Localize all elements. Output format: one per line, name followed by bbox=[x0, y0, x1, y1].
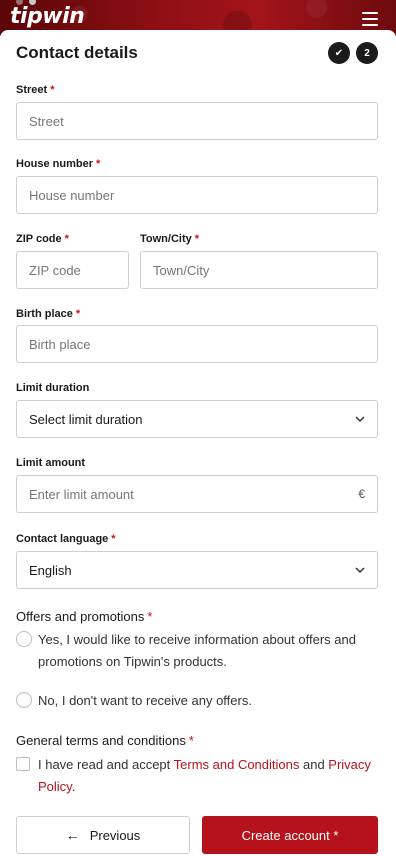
euro-currency-icon: € bbox=[358, 487, 365, 501]
create-account-button-label: Create account * bbox=[241, 827, 339, 843]
limit-amount-input[interactable]: Enter limit amount € bbox=[16, 475, 378, 513]
offers-label: Offers and promotions * bbox=[16, 609, 153, 624]
arrow-left-icon: ← bbox=[65, 827, 80, 843]
offers-yes-option[interactable]: Yes, I would like to receive information… bbox=[16, 629, 380, 673]
offers-yes-radio[interactable] bbox=[16, 631, 32, 647]
create-account-button[interactable]: Create account * bbox=[202, 816, 378, 854]
previous-button-label: Previous bbox=[89, 827, 141, 843]
chevron-down-icon bbox=[355, 567, 365, 574]
zip-code-input[interactable]: ZIP code bbox=[16, 251, 129, 289]
contact-language-select[interactable]: English bbox=[16, 551, 378, 589]
tipwin-logo[interactable]: tipwin bbox=[10, 6, 85, 28]
offers-no-option[interactable]: No, I don't want to receive any offers. bbox=[16, 690, 380, 712]
street-input[interactable]: Street bbox=[16, 102, 378, 140]
previous-button[interactable]: ← Previous bbox=[16, 816, 190, 854]
birth-place-input[interactable]: Birth place bbox=[16, 325, 378, 363]
birth-place-label: Birth place * bbox=[16, 308, 81, 320]
town-city-input[interactable]: Town/City bbox=[140, 251, 378, 289]
town-city-label: Town/City * bbox=[140, 233, 200, 245]
terms-option[interactable]: I have read and accept Terms and Conditi… bbox=[16, 754, 380, 798]
hamburger-menu-icon[interactable] bbox=[362, 12, 378, 26]
terms-checkbox[interactable] bbox=[16, 757, 30, 771]
limit-duration-select[interactable]: Select limit duration bbox=[16, 400, 378, 438]
house-number-label: House number * bbox=[16, 158, 101, 170]
title-row: Contact details ✔ 2 bbox=[16, 42, 380, 66]
limit-amount-label: Limit amount bbox=[16, 457, 86, 469]
step-current: 2 bbox=[356, 42, 378, 64]
offers-no-radio[interactable] bbox=[16, 692, 32, 708]
offers-no-text: No, I don't want to receive any offers. bbox=[38, 693, 252, 708]
terms-label: General terms and conditions * bbox=[16, 733, 194, 748]
terms-text-after: . bbox=[71, 779, 76, 794]
limit-duration-label: Limit duration bbox=[16, 382, 90, 394]
contact-details-panel: Contact details ✔ 2 Street * Street House… bbox=[0, 30, 396, 856]
offers-yes-text: Yes, I would like to receive information… bbox=[38, 632, 356, 669]
chevron-down-icon bbox=[355, 416, 365, 423]
step-done-checkmark-icon: ✔ bbox=[328, 42, 350, 64]
house-number-input[interactable]: House number bbox=[16, 176, 378, 214]
step-indicator: ✔ 2 bbox=[328, 42, 378, 64]
page-title: Contact details bbox=[16, 43, 138, 62]
zip-code-label: ZIP code * bbox=[16, 233, 69, 245]
terms-text: I have read and accept Terms and Conditi… bbox=[38, 754, 380, 798]
terms-and-conditions-link[interactable]: Terms and Conditions bbox=[174, 757, 300, 772]
street-label: Street * bbox=[16, 84, 55, 96]
contact-language-label: Contact language * bbox=[16, 533, 116, 545]
terms-text-before: I have read and accept bbox=[38, 757, 174, 772]
terms-text-and: and bbox=[299, 757, 329, 772]
